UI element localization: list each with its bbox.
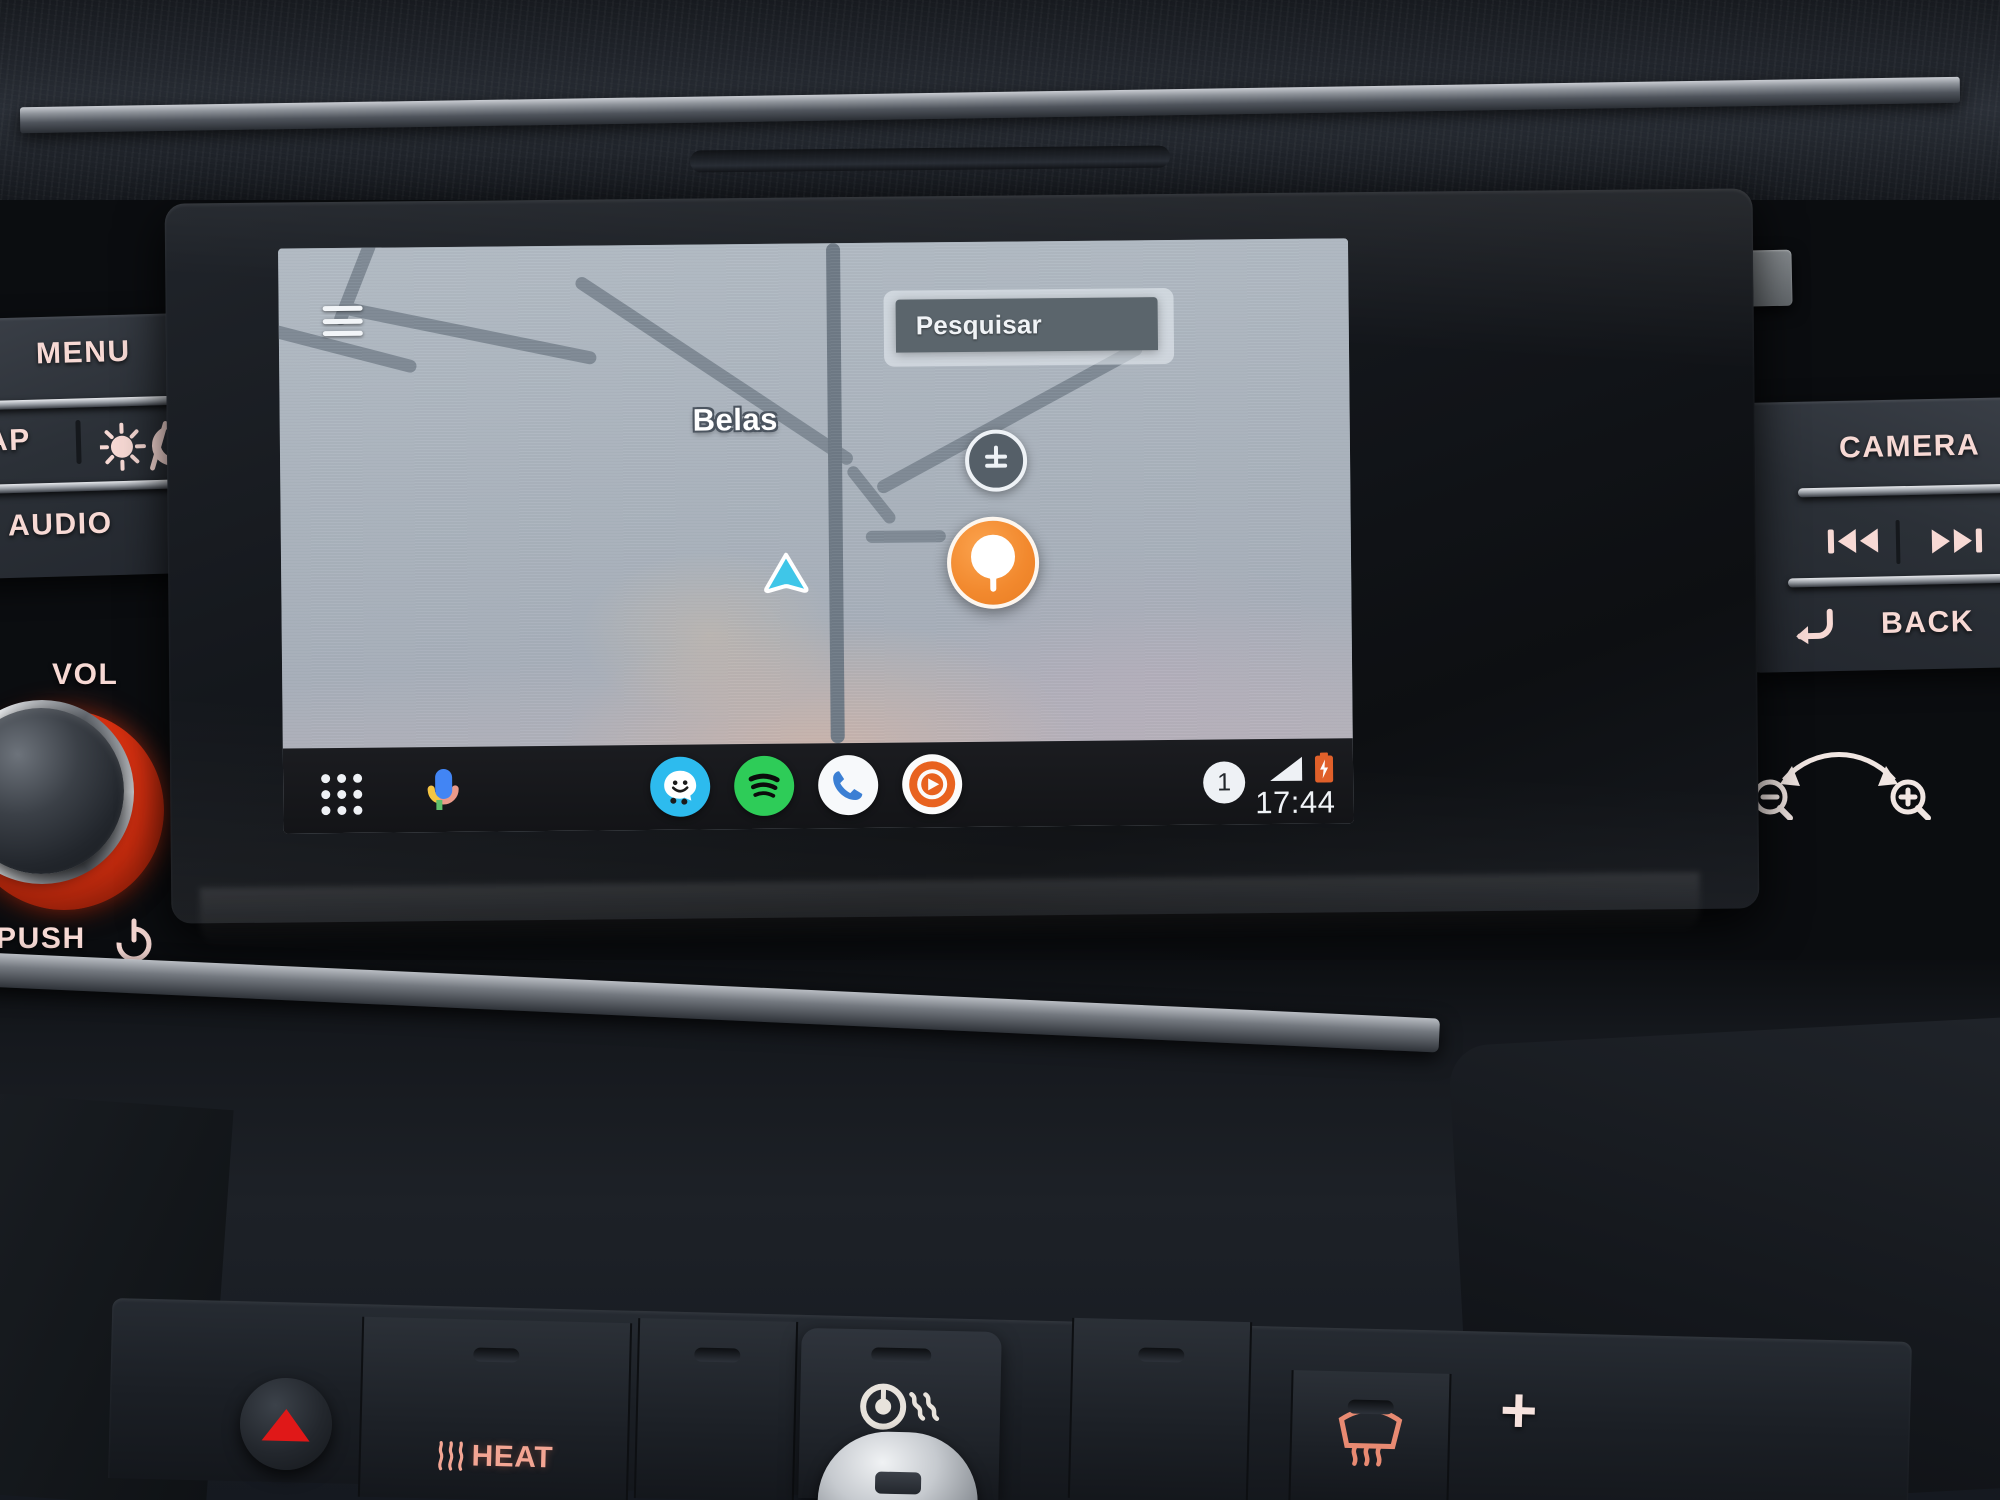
back-arrow-icon[interactable]	[1790, 603, 1841, 651]
volume-knob-label: VOL	[52, 658, 119, 691]
temp-up-button[interactable]: +	[1499, 1374, 1538, 1447]
minus-icon[interactable]	[985, 463, 1008, 468]
waze-icon[interactable]	[649, 756, 711, 818]
search-input[interactable]: Pesquisar	[895, 297, 1159, 353]
status-clock: 17:44	[1255, 784, 1336, 821]
location-pin-icon	[971, 534, 1015, 592]
knob-zoom-hint-icons	[1744, 740, 1934, 825]
status-area: 1 17:44	[1202, 748, 1336, 821]
hamburger-menu-icon[interactable]	[322, 305, 363, 337]
skip-forward-icon[interactable]	[1928, 519, 1985, 567]
hvac-blank-button-2[interactable]	[1067, 1317, 1253, 1500]
button-notch	[694, 1347, 741, 1363]
apps-grid-icon[interactable]	[321, 773, 363, 816]
map-place-label: Belas	[692, 401, 779, 438]
volume-push-label: PUSH	[0, 922, 86, 955]
seat-heat-label: HEAT	[434, 1439, 553, 1476]
map-zoom-control[interactable]	[964, 429, 1028, 492]
audio-button-label[interactable]: AUDIO	[8, 507, 114, 544]
steering-wheel-heat-icon	[860, 1383, 940, 1430]
plus-icon[interactable]	[985, 454, 1008, 459]
waze-map-canvas[interactable]: Belas Pesquisar	[278, 238, 1353, 749]
infotainment-photo: SD MAP MENU AP	[0, 0, 2000, 1500]
android-auto-toolbar[interactable]: 1 17:44	[282, 738, 1354, 834]
menu-button-label[interactable]: MENU	[36, 335, 132, 372]
hvac-blank-button-1[interactable]	[633, 1318, 799, 1500]
phone-icon[interactable]	[817, 754, 879, 816]
infotainment-screen[interactable]: Belas Pesquisar 1 17:44	[278, 238, 1354, 834]
screen-bezel: Belas Pesquisar 1 17:44	[164, 188, 1760, 924]
map-button-label[interactable]: AP	[0, 423, 31, 458]
navigation-arrow-icon	[763, 551, 809, 594]
road-segment	[844, 463, 898, 526]
camera-button-label[interactable]: CAMERA	[1838, 429, 1980, 466]
road-segment	[865, 530, 946, 543]
skip-back-icon[interactable]	[1826, 519, 1883, 567]
back-button-label[interactable]: BACK	[1881, 605, 1975, 641]
button-notch	[473, 1347, 520, 1363]
rear-defrost-button[interactable]	[1288, 1370, 1452, 1500]
battery-charging-icon	[1314, 752, 1334, 783]
button-notch	[1347, 1399, 1394, 1415]
screen-scanlines	[278, 238, 1353, 749]
button-notch	[871, 1347, 932, 1363]
media-play-icon[interactable]	[901, 754, 963, 815]
seat-heat-text: HEAT	[471, 1439, 554, 1475]
button-notch	[1138, 1347, 1185, 1363]
search-input-label: Pesquisar	[915, 309, 1043, 341]
location-pin-button[interactable]	[946, 516, 1040, 610]
cell-signal-icon	[1270, 756, 1303, 782]
seat-heat-waves-icon	[437, 1441, 464, 1471]
notification-badge[interactable]: 1	[1202, 761, 1246, 804]
magnifier-plus-icon	[1890, 779, 1931, 821]
spotify-icon[interactable]	[733, 755, 795, 817]
hazard-triangle-icon	[261, 1409, 310, 1442]
magnifier-minus-icon	[1752, 779, 1793, 821]
toolbar-app-shortcuts[interactable]	[649, 754, 963, 818]
google-assistant-mic-icon[interactable]	[423, 767, 463, 813]
seat-heat-button[interactable]: HEAT	[357, 1316, 633, 1500]
road-main-vertical	[825, 243, 845, 744]
